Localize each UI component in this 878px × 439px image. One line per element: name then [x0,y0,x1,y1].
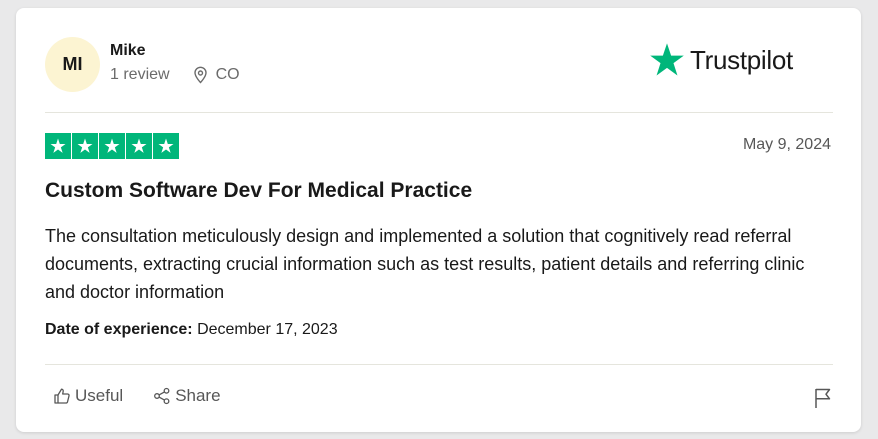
star-rating [45,133,180,159]
review-card: MI Mike 1 review CO Trustpilot May 9, 20… [16,8,861,432]
thumbs-up-icon [54,388,70,404]
star-icon [50,138,66,153]
avatar[interactable]: MI [45,37,100,92]
trustpilot-star-icon [650,43,684,76]
rating-star-5 [153,133,179,159]
star-icon [158,138,174,153]
review-date: May 9, 2024 [742,136,831,153]
reviewer-info: Mike 1 review CO [110,40,240,84]
reviewer-name[interactable]: Mike [110,40,240,62]
reviewer-location: CO [215,65,240,83]
divider-top [45,112,833,113]
share-label: Share [175,386,221,405]
review-actions: Useful Share [53,386,221,406]
review-body: The consultation meticulously design and… [45,226,805,302]
star-icon [131,138,147,153]
divider-bottom [45,364,833,365]
trustpilot-logo[interactable]: Trustpilot [648,41,793,79]
rating-star-1 [45,133,71,159]
star-icon [77,138,93,153]
flag-icon[interactable] [813,387,833,409]
rating-star-2 [72,133,98,159]
trustpilot-wordmark: Trustpilot [690,44,793,75]
reviewer-meta: 1 review CO [110,66,240,84]
useful-button[interactable]: Useful [53,386,123,406]
share-button[interactable]: Share [153,386,221,406]
location-pin-icon [192,66,209,84]
reviewer-header: MI Mike 1 review CO [45,37,240,92]
star-icon [104,138,120,153]
experience-date: December 17, 2023 [197,321,338,338]
share-icon [154,387,170,405]
rating-star-3 [99,133,125,159]
review-count: 1 review [110,65,170,83]
useful-label: Useful [75,386,124,405]
rating-star-4 [126,133,152,159]
experience-label: Date of experience: [45,321,193,338]
date-of-experience: Date of experience: December 17, 2023 [45,321,338,339]
review-title[interactable]: Custom Software Dev For Medical Practice [45,179,472,203]
